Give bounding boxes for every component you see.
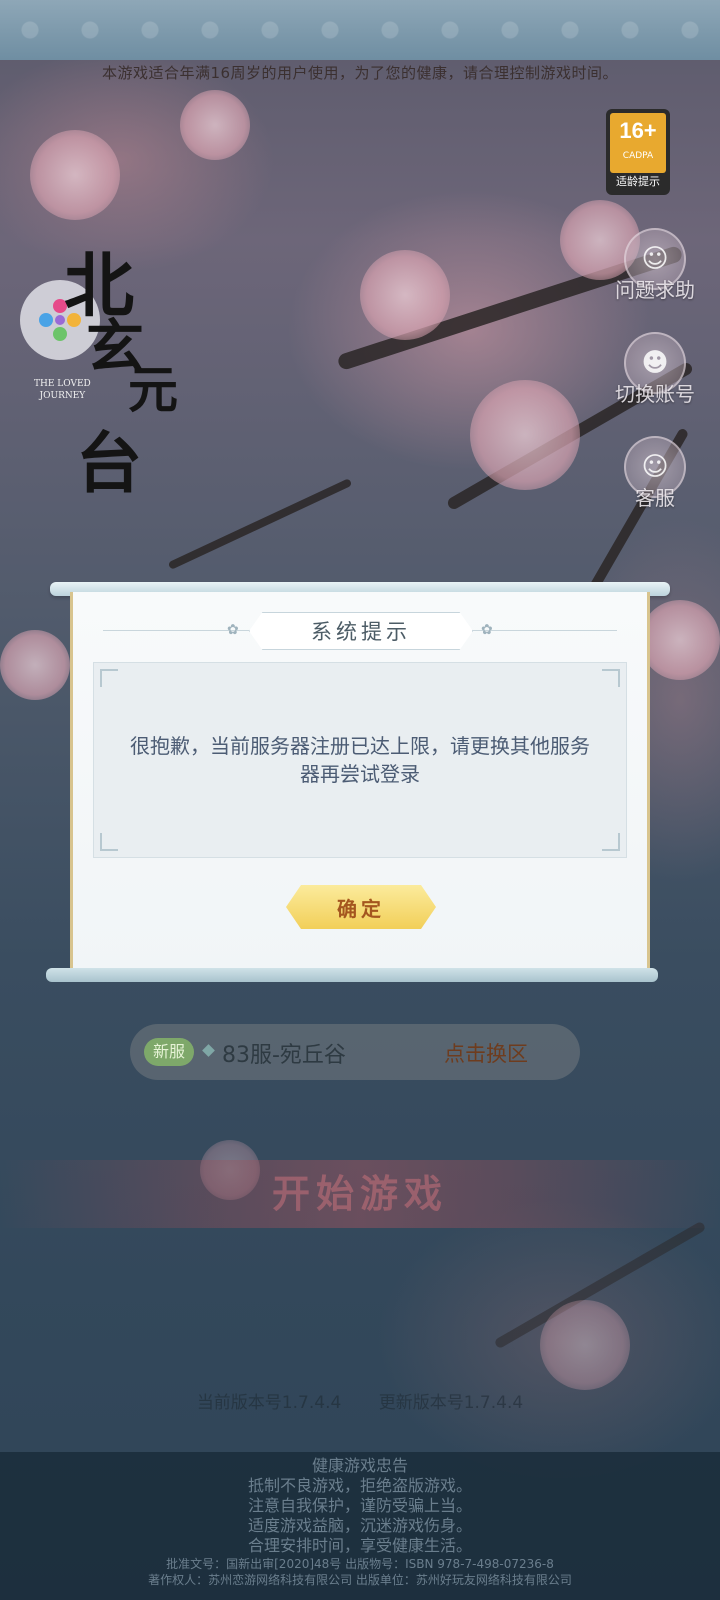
tree-branch — [167, 478, 353, 570]
footer-title: 健康游戏忠告 — [311, 1456, 408, 1475]
health-advisory-footer: 健康游戏忠告 抵制不良游戏，拒绝盗版游戏。 注意自我保护，谨防受骗上当。 适度游… — [0, 1452, 720, 1600]
latest-version: 更新版本号1.7.4.4 — [378, 1393, 524, 1413]
copyright-info: 著作权人：苏州恋游网络科技有限公司 出版单位：苏州好玩友网络科技有限公司 — [148, 1573, 572, 1587]
server-selector[interactable]: 新服 83服-宛丘谷 点击换区 — [130, 1024, 580, 1080]
server-name: 83服-宛丘谷 — [222, 1043, 346, 1068]
corner-ornament — [100, 833, 118, 851]
dialog-message: 很抱歉，当前服务器注册已达上限，请更换其他服务器再尝试登录 — [130, 734, 590, 786]
switch-account-label: 切换账号 — [615, 382, 695, 406]
system-dialog: ✿ ✿ 系统提示 很抱歉，当前服务器注册已达上限，请更换其他服务器再尝试登录 确… — [70, 592, 650, 972]
switch-server-link[interactable]: 点击换区 — [444, 1038, 528, 1068]
confirm-button[interactable]: 确定 — [286, 885, 436, 929]
age-rating-badge[interactable]: 16+ CADPA 适龄提示 — [606, 109, 670, 195]
corner-ornament — [602, 669, 620, 687]
blossom — [640, 600, 720, 680]
top-pattern-bar — [0, 0, 720, 60]
blossom — [470, 380, 580, 490]
diamond-icon — [202, 1044, 215, 1057]
logo-char: 台 — [76, 424, 142, 502]
age-rating-number: 16+ — [619, 118, 657, 143]
corner-ornament — [602, 833, 620, 851]
new-server-badge: 新服 — [144, 1038, 194, 1066]
footer-line: 合理安排时间，享受健康生活。 — [247, 1536, 472, 1555]
age-rating-caption: 适龄提示 — [616, 175, 660, 188]
dialog-message-panel: 很抱歉，当前服务器注册已达上限，请更换其他服务器再尝试登录 — [93, 662, 627, 858]
logo-english-text: THE LOVED JOURNEY — [34, 379, 91, 401]
footer-line: 适度游戏益脑，沉迷游戏伤身。 — [247, 1516, 472, 1535]
blossom — [180, 90, 250, 160]
dialog-bottom-rail — [46, 968, 658, 982]
corner-ornament — [100, 669, 118, 687]
game-logo: 北 玄 元 台 THE LOVED JOURNEY — [16, 230, 186, 530]
flower-icon: ✿ — [481, 622, 493, 638]
customer-service-label: 客服 — [635, 486, 675, 510]
footer-line: 注意自我保护，谨防受骗上当。 — [247, 1496, 472, 1515]
blossom — [540, 1300, 630, 1390]
start-game-button[interactable]: 开始游戏 — [0, 1160, 720, 1228]
blossom — [0, 630, 70, 700]
blossom — [30, 130, 120, 220]
help-label: 问题求助 — [615, 278, 695, 302]
version-info: 当前版本号1.7.4.4 更新版本号1.7.4.4 — [0, 1388, 720, 1413]
customer-service-button[interactable]: ☺ 客服 — [610, 436, 700, 511]
dialog-title: 系统提示 — [249, 612, 473, 650]
approval-info: 批准文号：国新出审[2020]48号 出版物号：ISBN 978-7-498-0… — [166, 1557, 554, 1571]
footer-line: 抵制不良游戏，拒绝盗版游戏。 — [247, 1476, 472, 1495]
blossom — [360, 250, 450, 340]
switch-account-button[interactable]: ☻ 切换账号 — [610, 332, 700, 407]
help-button[interactable]: ☺ 问题求助 — [610, 228, 700, 303]
age-rating-org: CADPA — [622, 151, 654, 161]
flower-icon: ✿ — [227, 622, 239, 638]
age-notice: 本游戏适合年满16周岁的用户使用，为了您的健康，请合理控制游戏时间。 — [101, 64, 619, 82]
current-version: 当前版本号1.7.4.4 — [196, 1393, 342, 1413]
divider — [471, 630, 617, 631]
age-rating-icon: 16+ CADPA — [610, 113, 666, 173]
